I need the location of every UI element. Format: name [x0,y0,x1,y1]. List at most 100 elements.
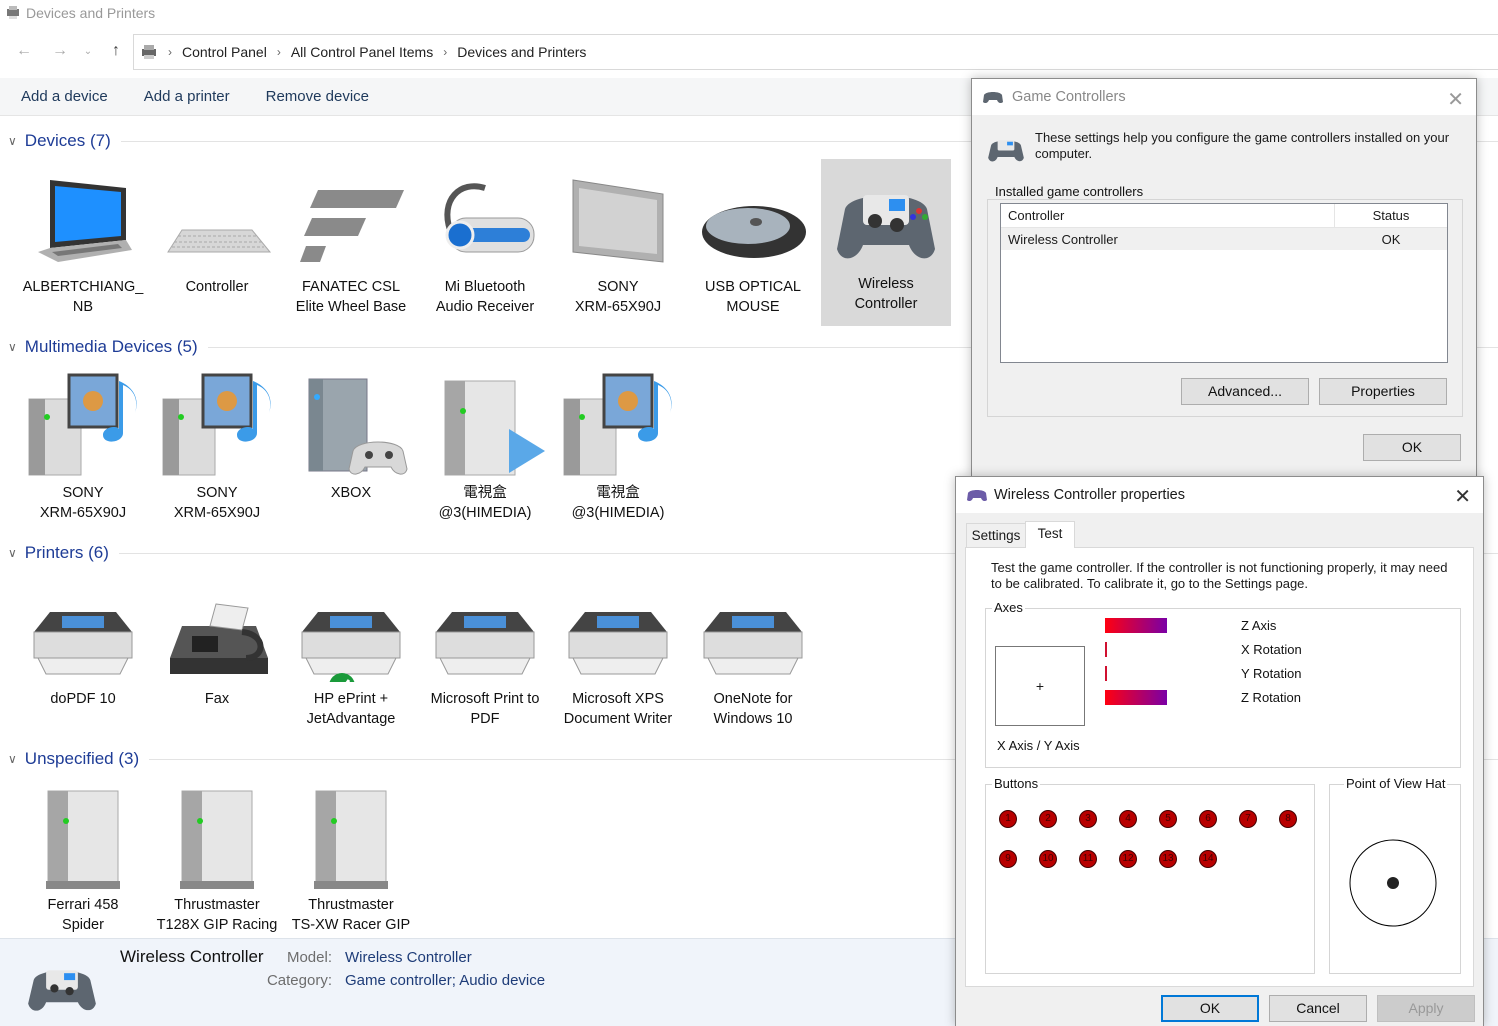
generic-device-icon [46,790,120,889]
controller-button-indicator: 6 [1199,810,1217,828]
close-icon[interactable]: ✕ [1454,484,1471,509]
ok-button[interactable]: OK [1363,434,1461,461]
chevron-down-icon: ∨ [8,546,17,560]
device-media-sony-2[interactable]: SONY XRM-65X90J [152,368,282,523]
device-label: Ferrari 458 [47,897,119,913]
device-label: Windows 10 [713,711,793,727]
device-label: SONY [196,485,238,501]
installed-controllers-label: Installed game controllers [993,184,1146,199]
device-label: XRM-65X90J [173,505,261,521]
device-tvbox-1[interactable]: 電視盒 @3(HIMEDIA) [420,368,550,523]
device-label: Controller [854,296,918,312]
device-fanatec[interactable]: FANATEC CSL Elite Wheel Base [286,162,416,317]
controller-button-indicator: 12 [1119,850,1137,868]
ok-button[interactable]: OK [1161,995,1259,1022]
generic-device-icon [180,790,254,889]
device-usb-mouse[interactable]: USB OPTICAL MOUSE [688,162,818,317]
controller-button-indicator: 11 [1079,850,1097,868]
media-server-icon [563,372,672,475]
device-label: Thrustmaster [308,897,394,913]
controller-status-cell: OK [1381,231,1401,247]
breadcrumb-control-panel[interactable]: Control Panel [182,44,267,60]
breadcrumb-devices-printers[interactable]: Devices and Printers [457,44,586,60]
device-label: T128X GIP Racing [156,917,278,933]
device-laptop[interactable]: ALBERTCHIANG_ NB [18,162,148,317]
test-intro: Test the game controller. If the control… [991,560,1448,591]
gamepad-icon [983,92,1003,104]
tab-settings[interactable]: Settings [966,523,1026,547]
device-tvbox-2[interactable]: 電視盒 @3(HIMEDIA) [553,368,683,523]
address-bar[interactable]: › Control Panel › All Control Panel Item… [133,34,1498,70]
device-label: 電視盒 [596,485,640,501]
recent-chevron-down-icon[interactable]: ⌄ [78,33,98,69]
table-row[interactable]: Wireless Controller OK [1001,228,1447,250]
device-ms-xps[interactable]: Microsoft XPS Document Writer [553,574,683,729]
device-label: JetAdvantage [306,711,396,727]
media-server-icon [162,372,271,475]
controller-button-indicator: 14 [1199,850,1217,868]
column-status[interactable]: Status [1335,208,1447,223]
remove-device-button[interactable]: Remove device [266,88,369,105]
axis-name-label: Z Axis [1241,618,1277,633]
device-dopdf[interactable]: doPDF 10 [18,574,148,709]
device-label: Fax [204,691,230,707]
device-sony-tv[interactable]: SONY XRM-65X90J [553,162,683,317]
device-keyboard[interactable]: Controller [152,162,282,297]
axis-name-label: X Rotation [1241,642,1302,657]
printer-icon [435,611,535,674]
tab-test[interactable]: Test [1025,521,1075,548]
game-controllers-dialog: Game Controllers ✕ These settings help y… [971,78,1477,478]
cancel-button[interactable]: Cancel [1269,995,1367,1022]
device-ferrari[interactable]: Ferrari 458 Spider [18,780,148,938]
device-label: NB [72,299,94,315]
details-model-value: Wireless Controller [345,949,472,966]
media-player-icon [444,380,545,475]
close-icon[interactable]: ✕ [1447,87,1464,112]
dialog-intro: These settings help you configure the ga… [1035,130,1450,161]
breadcrumb-chevron-icon: › [276,45,281,59]
controller-button-indicator: 3 [1079,810,1097,828]
device-ms-print-pdf[interactable]: Microsoft Print to PDF [420,574,550,729]
device-onenote[interactable]: OneNote for Windows 10 [688,574,818,729]
device-label: Spider [62,917,104,933]
device-thrustmaster-tsxw[interactable]: Thrustmaster TS-XW Racer GIP [286,780,416,938]
printer-icon [568,611,668,674]
controller-button-indicator: 1 [999,810,1017,828]
device-label: doPDF 10 [50,691,116,707]
xbox-console-icon [308,378,408,474]
controller-button-indicator: 9 [999,850,1017,868]
axes-label: Axes [992,600,1025,615]
tab-panel: Test the game controller. If the control… [965,547,1474,987]
details-model-key: Model: [286,949,332,966]
forward-arrow-icon[interactable]: → [42,33,78,69]
device-label: Audio Receiver [435,299,535,315]
address-row: ← → ⌄ ↑ › Control Panel › All Control Pa… [0,32,1498,70]
chevron-down-icon: ∨ [8,340,17,354]
device-hp-eprint[interactable]: HP ePrint + JetAdvantage [286,574,416,729]
device-label: USB OPTICAL [705,279,801,295]
add-printer-button[interactable]: Add a printer [144,88,230,105]
controllers-list[interactable]: Controller Status Wireless Controller OK [1000,203,1448,363]
breadcrumb-all-items[interactable]: All Control Panel Items [291,44,433,60]
apply-button[interactable]: Apply [1377,995,1475,1022]
device-label: 電視盒 [463,485,507,501]
fanatec-logo-icon [300,189,404,262]
device-label: HP ePrint + [313,691,389,707]
column-controller[interactable]: Controller [1001,204,1335,227]
printer-default-icon [301,611,401,682]
device-mi-bluetooth[interactable]: Mi Bluetooth Audio Receiver [420,162,550,317]
device-media-sony-1[interactable]: SONY XRM-65X90J [18,368,148,523]
device-label: Controller [185,279,249,295]
device-wireless-controller[interactable]: Wireless Controller [821,159,951,326]
properties-button[interactable]: Properties [1319,378,1447,405]
add-device-button[interactable]: Add a device [21,88,108,105]
advanced-button[interactable]: Advanced... [1181,378,1309,405]
device-label: XBOX [330,485,372,501]
device-xbox[interactable]: XBOX [286,368,416,503]
device-fax[interactable]: Fax [152,574,282,709]
back-arrow-icon[interactable]: ← [6,33,42,69]
axis-level-bar [1105,690,1167,705]
up-arrow-icon[interactable]: ↑ [98,33,134,69]
device-thrustmaster-t128x[interactable]: Thrustmaster T128X GIP Racing [152,780,282,938]
device-label: Elite Wheel Base [295,299,407,315]
